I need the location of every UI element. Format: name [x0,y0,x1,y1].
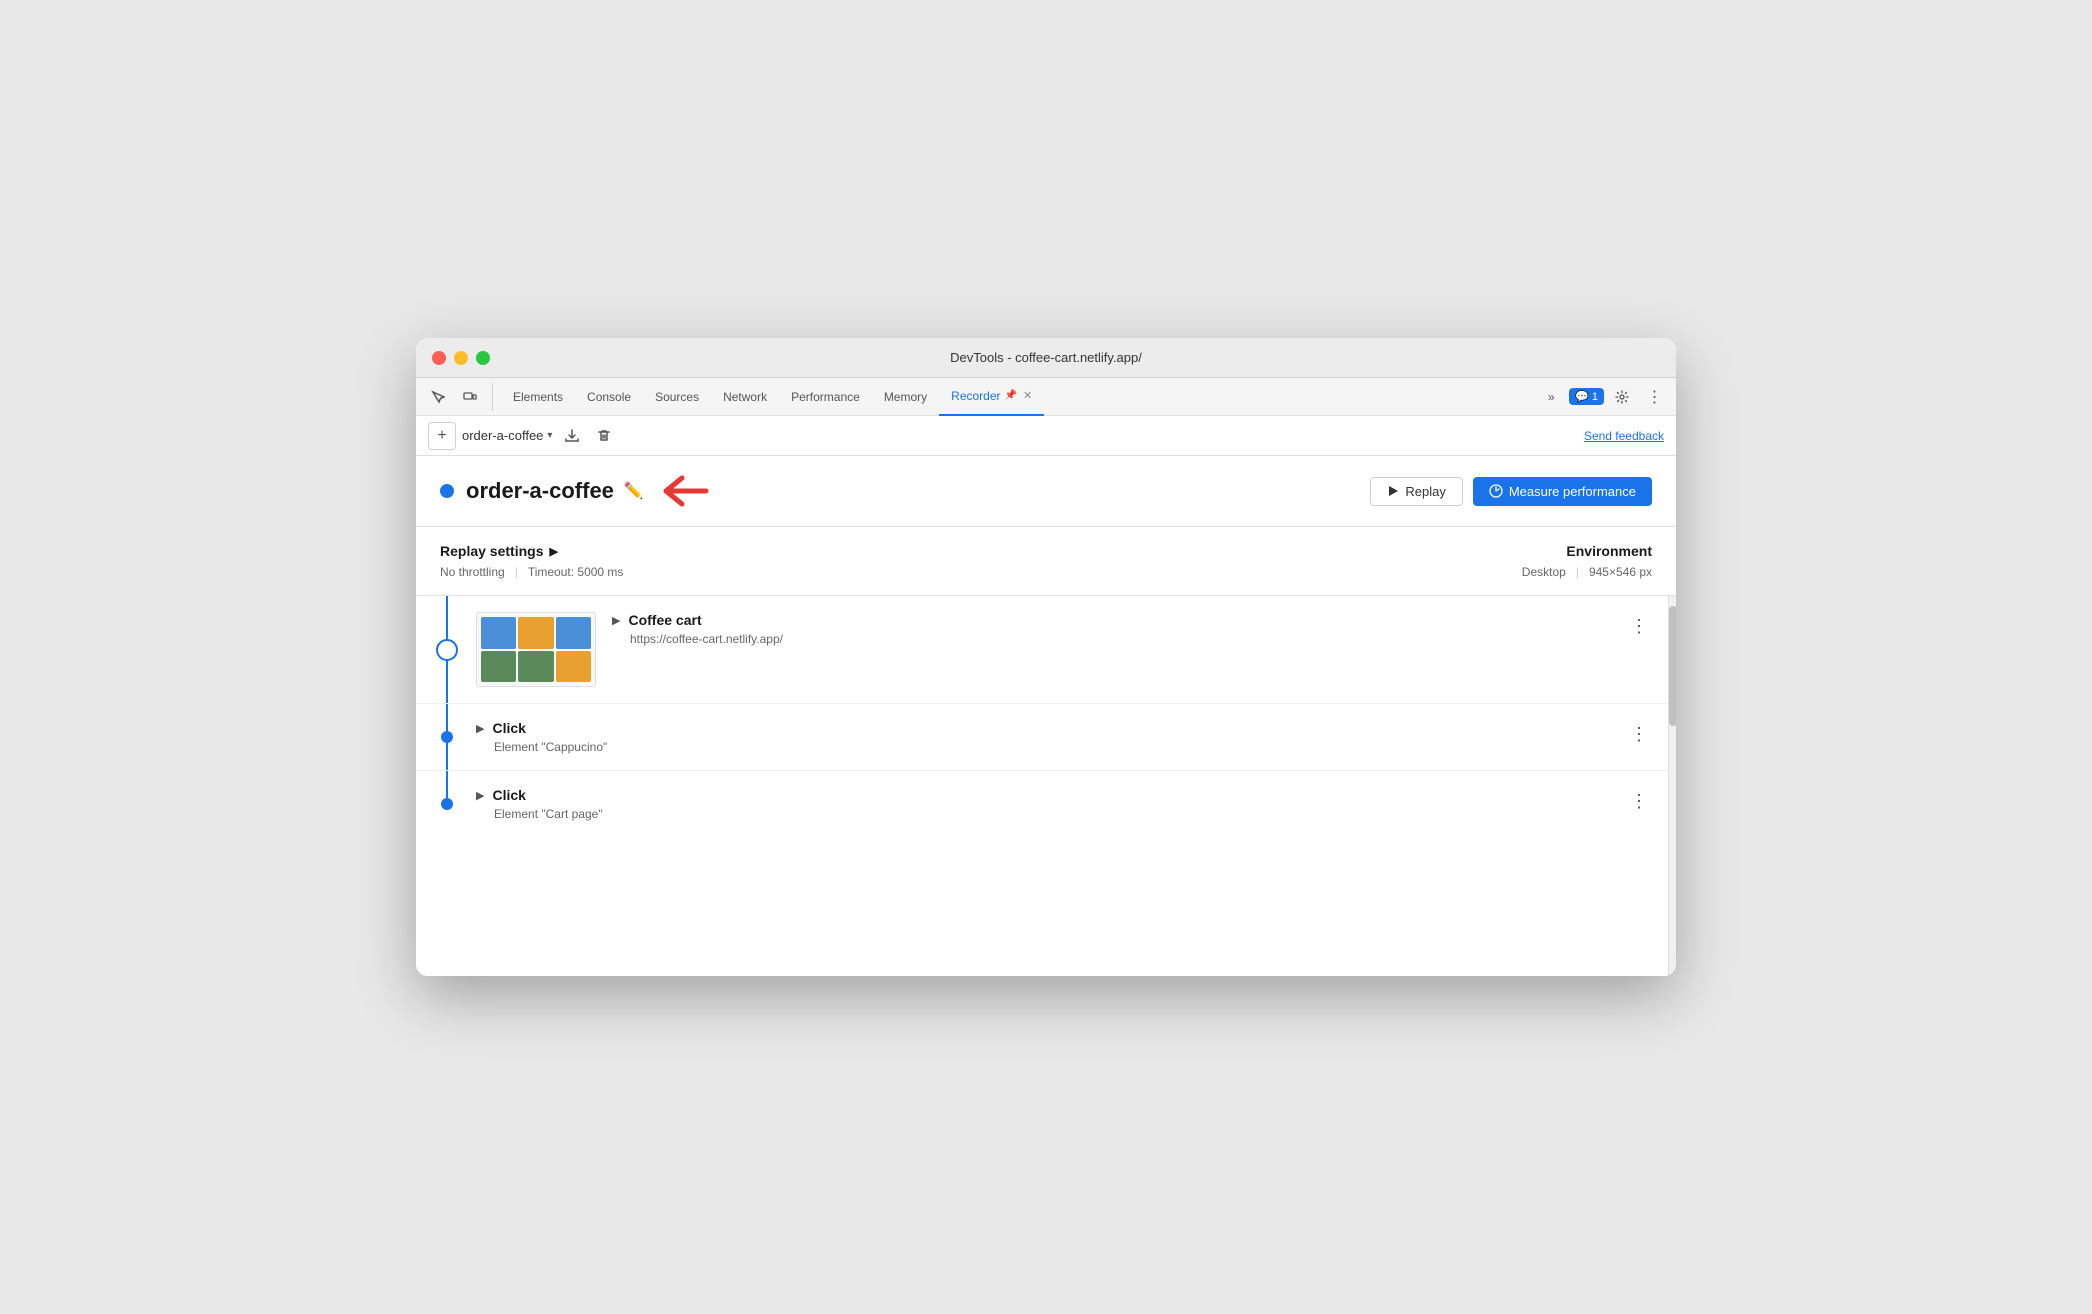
chevron-right-icon: ▶ [549,545,557,558]
tab-elements[interactable]: Elements [501,378,575,416]
env-divider: | [1576,565,1579,579]
more-tabs-icon[interactable]: » [1537,383,1565,411]
play-icon [1387,485,1399,497]
step-item: ▶ Coffee cart https://coffee-cart.netlif… [416,596,1668,704]
settings-left: Replay settings ▶ No throttling | Timeou… [440,543,623,579]
chevron-down-icon: ▾ [547,430,552,441]
scrollbar-track [1668,596,1676,976]
tab-network[interactable]: Network [711,378,779,416]
tab-bar-icons [424,383,493,411]
step-header: ▶ Click [476,720,1626,736]
steps-list: ▶ Coffee cart https://coffee-cart.netlif… [416,596,1668,976]
device-toolbar-icon[interactable] [456,383,484,411]
step-subtitle: https://coffee-cart.netlify.app/ [630,632,1626,646]
step-thumbnail [476,612,596,687]
tab-bar-right: » 💬 1 ⋮ [1537,383,1668,411]
tab-memory[interactable]: Memory [872,378,939,416]
tab-bar: Elements Console Sources Network Perform… [416,378,1676,416]
notification-badge[interactable]: 💬 1 [1569,388,1604,405]
close-button[interactable] [432,351,446,365]
expand-icon[interactable]: ▶ [476,789,484,802]
maximize-button[interactable] [476,351,490,365]
step-content: ▶ Click Element "Cart page" [476,787,1626,821]
recording-header: order-a-coffee ✏️ Replay M [416,456,1676,527]
settings-right: Environment Desktop | 945×546 px [1522,543,1652,579]
settings-divider: | [515,565,518,579]
step-subtitle: Element "Cart page" [494,807,1626,821]
plus-icon: + [437,427,446,445]
step-item: ▶ Click Element "Cart page" ⋮ [416,771,1668,837]
step-content: ▶ Coffee cart https://coffee-cart.netlif… [612,612,1626,646]
step-title: Click [492,787,525,803]
step-content: ▶ Click Element "Cappucino" [476,720,1626,754]
more-options-icon[interactable]: ⋮ [1640,383,1668,411]
recording-status-dot [440,484,454,498]
step-title: Coffee cart [628,612,701,628]
edit-icon[interactable]: ✏️ [624,481,644,501]
step-title: Click [492,720,525,736]
settings-bar: Replay settings ▶ No throttling | Timeou… [416,527,1676,596]
delete-recording-button[interactable] [590,422,618,450]
step-header: ▶ Click [476,787,1626,803]
traffic-lights [432,351,490,365]
pin-icon: 📌 [1005,390,1017,401]
step-header: ▶ Coffee cart [612,612,1626,628]
red-arrow-annotation [658,472,710,510]
steps-container: ▶ Coffee cart https://coffee-cart.netlif… [416,596,1676,976]
chat-icon: 💬 [1575,390,1589,403]
window-title: DevTools - coffee-cart.netlify.app/ [950,350,1142,365]
header-actions: Replay Measure performance [1370,477,1652,506]
replay-button[interactable]: Replay [1370,477,1462,506]
cursor-icon[interactable] [424,383,452,411]
devtools-content: Elements Console Sources Network Perform… [416,378,1676,976]
minimize-button[interactable] [454,351,468,365]
step-menu-button[interactable]: ⋮ [1626,720,1652,749]
toolbar: + order-a-coffee ▾ Send feedback [416,416,1676,456]
environment-details: Desktop | 945×546 px [1522,565,1652,579]
replay-settings-title: Replay settings ▶ [440,543,623,559]
devtools-window: DevTools - coffee-cart.netlify.app/ [416,338,1676,976]
expand-icon[interactable]: ▶ [476,722,484,735]
tab-console[interactable]: Console [575,378,643,416]
tab-performance[interactable]: Performance [779,378,872,416]
title-bar: DevTools - coffee-cart.netlify.app/ [416,338,1676,378]
new-recording-button[interactable]: + [428,422,456,450]
recording-title: order-a-coffee [466,478,614,504]
environment-title: Environment [1522,543,1652,559]
settings-details: No throttling | Timeout: 5000 ms [440,565,623,579]
step-subtitle: Element "Cappucino" [494,740,1626,754]
tab-close-icon[interactable]: ✕ [1023,389,1032,402]
recording-name: order-a-coffee [462,428,543,443]
send-feedback-link[interactable]: Send feedback [1584,429,1664,443]
performance-icon [1489,484,1503,498]
step-menu-button[interactable]: ⋮ [1626,787,1652,816]
export-recording-button[interactable] [558,422,586,450]
tab-sources[interactable]: Sources [643,378,711,416]
step-item: ▶ Click Element "Cappucino" ⋮ [416,704,1668,771]
recording-selector[interactable]: order-a-coffee ▾ [462,428,552,443]
expand-icon[interactable]: ▶ [612,614,620,627]
measure-performance-button[interactable]: Measure performance [1473,477,1652,506]
tab-recorder[interactable]: Recorder 📌 ✕ [939,378,1044,416]
scrollbar-thumb[interactable] [1669,606,1676,726]
step-menu-button[interactable]: ⋮ [1626,612,1652,641]
settings-icon[interactable] [1608,383,1636,411]
